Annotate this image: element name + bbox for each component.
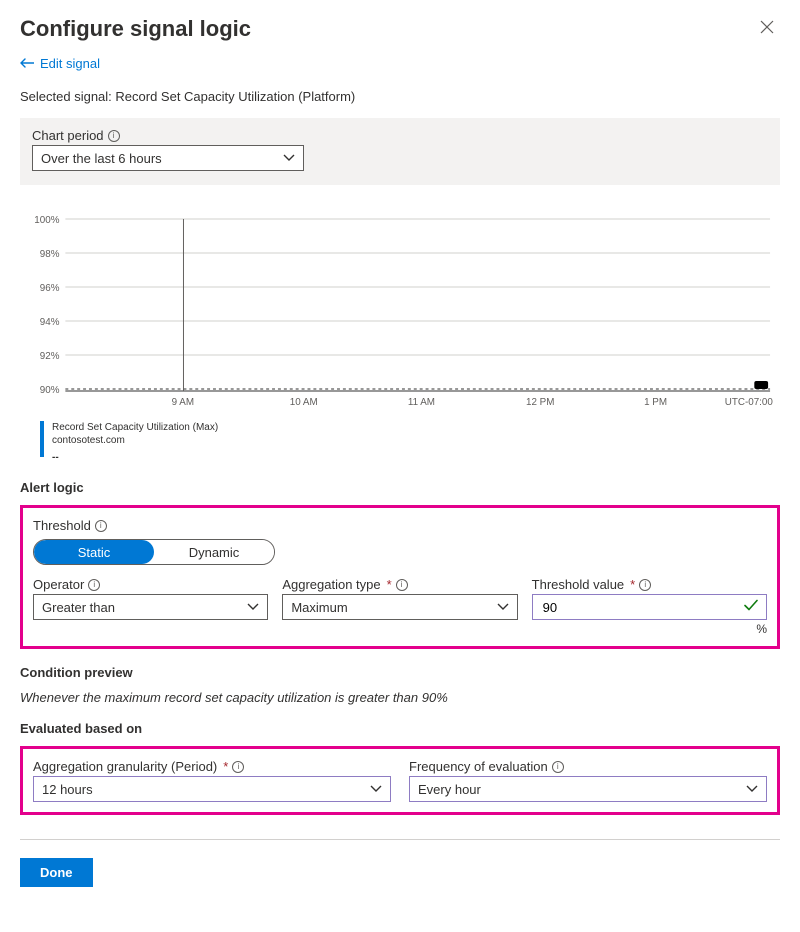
threshold-value-input-wrap	[532, 594, 767, 620]
x-tick-label: UTC-07:00	[725, 397, 774, 408]
y-tick-label: 90%	[40, 385, 60, 396]
chart-period-select[interactable]: Over the last 6 hours	[32, 145, 304, 171]
arrow-left-icon	[20, 56, 34, 71]
chevron-down-icon	[370, 785, 382, 793]
chart-area: 100% 98% 96% 94% 92% 90% 9 AM 10 AM 11 A…	[20, 197, 780, 464]
x-tick-label: 9 AM	[172, 397, 194, 408]
chart-legend: Record Set Capacity Utilization (Max) co…	[40, 421, 774, 464]
info-icon[interactable]: i	[639, 579, 651, 591]
info-icon[interactable]: i	[396, 579, 408, 591]
edit-signal-link[interactable]: Edit signal	[20, 56, 100, 71]
chevron-down-icon	[497, 603, 509, 611]
granularity-value: 12 hours	[42, 782, 93, 797]
y-tick-label: 92%	[40, 351, 60, 362]
condition-preview-heading: Condition preview	[20, 665, 780, 680]
threshold-label: Threshold	[33, 518, 91, 533]
evaluated-heading: Evaluated based on	[20, 721, 780, 736]
x-tick-label: 10 AM	[290, 397, 318, 408]
evaluation-box: Aggregation granularity (Period)* i 12 h…	[20, 746, 780, 815]
chart-period-value: Over the last 6 hours	[41, 151, 162, 166]
aggregation-type-label: Aggregation type	[282, 577, 380, 592]
threshold-option-static[interactable]: Static	[34, 540, 154, 564]
chevron-down-icon	[247, 603, 259, 611]
granularity-select[interactable]: 12 hours	[33, 776, 391, 802]
info-icon[interactable]: i	[552, 761, 564, 773]
close-icon	[760, 17, 774, 39]
edit-signal-label: Edit signal	[40, 56, 100, 71]
threshold-toggle[interactable]: Static Dynamic	[33, 539, 275, 565]
threshold-option-dynamic[interactable]: Dynamic	[154, 540, 274, 564]
y-tick-label: 96%	[40, 283, 60, 294]
page-title: Configure signal logic	[20, 16, 251, 42]
threshold-unit: %	[532, 622, 767, 636]
chevron-down-icon	[283, 154, 295, 162]
x-tick-label: 12 PM	[526, 397, 554, 408]
info-icon[interactable]: i	[88, 579, 100, 591]
selected-signal-text: Selected signal: Record Set Capacity Uti…	[20, 89, 780, 104]
threshold-value-input[interactable]	[541, 595, 738, 619]
condition-preview-text: Whenever the maximum record set capacity…	[20, 690, 780, 705]
operator-select[interactable]: Greater than	[33, 594, 268, 620]
granularity-label: Aggregation granularity (Period)	[33, 759, 217, 774]
chart-svg: 100% 98% 96% 94% 92% 90% 9 AM 10 AM 11 A…	[26, 203, 774, 413]
info-icon[interactable]: i	[232, 761, 244, 773]
frequency-value: Every hour	[418, 782, 481, 797]
chart-period-section: Chart period i Over the last 6 hours	[20, 118, 780, 185]
chart-data-point	[754, 381, 768, 389]
alert-logic-heading: Alert logic	[20, 480, 780, 495]
y-tick-label: 100%	[34, 215, 59, 226]
info-icon[interactable]: i	[95, 520, 107, 532]
x-tick-label: 11 AM	[408, 397, 435, 408]
operator-label: Operator	[33, 577, 84, 592]
y-tick-label: 98%	[40, 249, 60, 260]
legend-color-swatch	[40, 421, 44, 457]
chevron-down-icon	[746, 785, 758, 793]
legend-current-value: --	[52, 451, 218, 464]
y-tick-label: 94%	[40, 317, 60, 328]
legend-series-name: Record Set Capacity Utilization (Max)	[52, 422, 218, 433]
alert-logic-box: Threshold i Static Dynamic Operator i Gr…	[20, 505, 780, 649]
legend-resource-name: contosotest.com	[52, 434, 218, 447]
aggregation-type-select[interactable]: Maximum	[282, 594, 517, 620]
footer-divider	[20, 839, 780, 840]
checkmark-icon	[744, 600, 758, 615]
done-button[interactable]: Done	[20, 858, 93, 887]
frequency-select[interactable]: Every hour	[409, 776, 767, 802]
frequency-label: Frequency of evaluation	[409, 759, 548, 774]
x-tick-label: 1 PM	[644, 397, 667, 408]
operator-value: Greater than	[42, 600, 115, 615]
threshold-value-label: Threshold value	[532, 577, 625, 592]
info-icon[interactable]: i	[108, 130, 120, 142]
close-button[interactable]	[754, 16, 780, 40]
aggregation-type-value: Maximum	[291, 600, 347, 615]
chart-period-label: Chart period	[32, 128, 104, 143]
